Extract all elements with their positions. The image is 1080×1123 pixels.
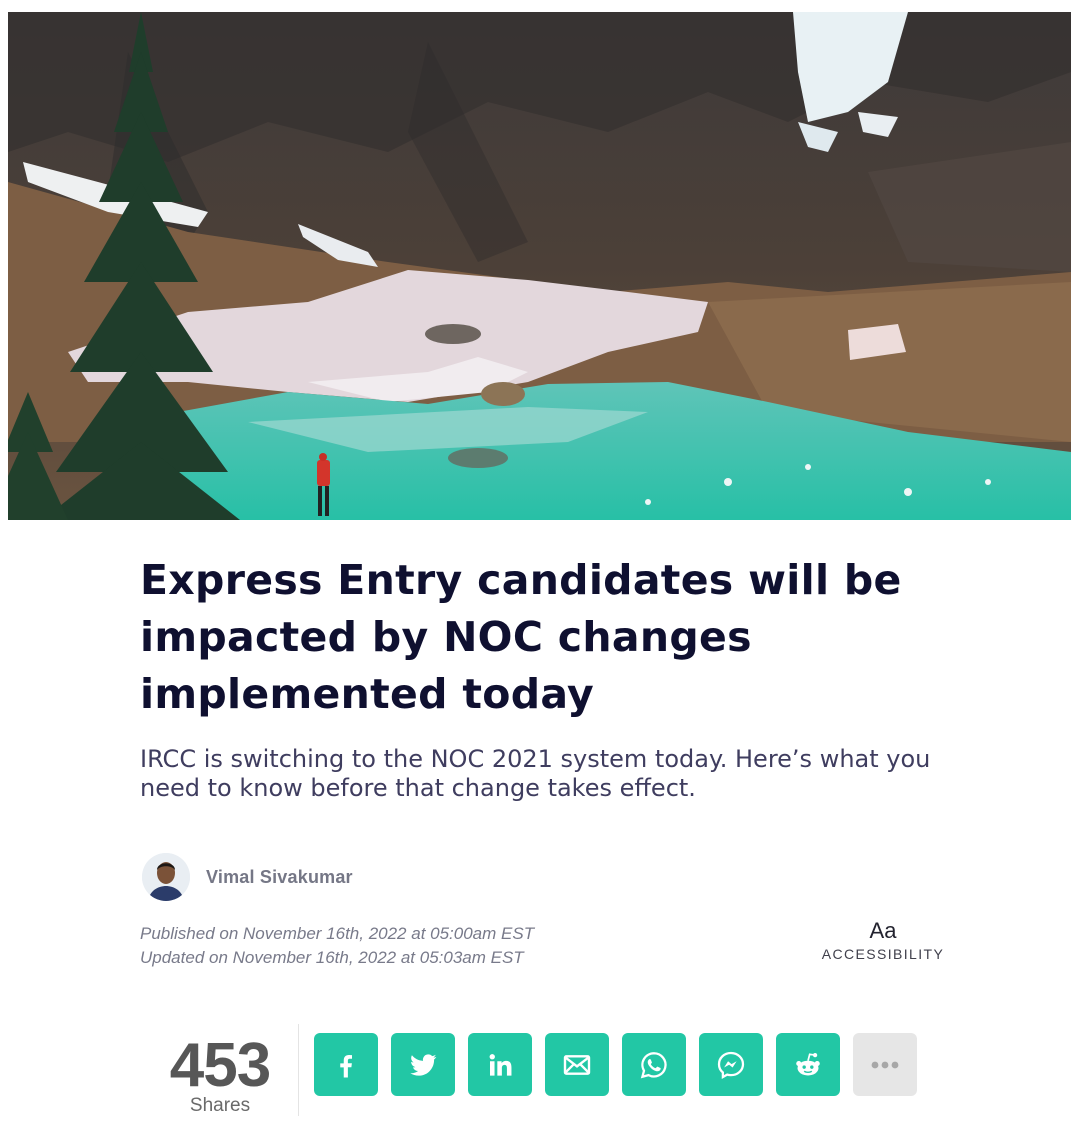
linkedin-icon <box>489 1053 512 1076</box>
facebook-icon <box>340 1054 352 1077</box>
email-icon <box>563 1054 591 1075</box>
article-subtitle: IRCC is switching to the NOC 2021 system… <box>140 745 931 802</box>
whatsapp-icon <box>640 1051 667 1078</box>
accessibility-button[interactable]: Aa ACCESSIBILITY <box>820 918 946 962</box>
share-more-button[interactable] <box>853 1033 917 1096</box>
share-count-number: 453 <box>169 1031 271 1100</box>
more-icon <box>871 1061 899 1068</box>
author-name[interactable]: Vimal Sivakumar <box>206 867 353 888</box>
share-messenger-button[interactable] <box>699 1033 763 1096</box>
updated-date: Updated on November 16th, 2022 at 05:03a… <box>140 948 524 967</box>
share-count: 453 Shares <box>160 1034 280 1116</box>
published-date: Published on November 16th, 2022 at 05:0… <box>140 924 535 943</box>
share-facebook-button[interactable] <box>314 1033 378 1096</box>
share-twitter-button[interactable] <box>391 1033 455 1096</box>
accessibility-label: ACCESSIBILITY <box>821 946 945 962</box>
share-whatsapp-button[interactable] <box>622 1033 686 1096</box>
share-email-button[interactable] <box>545 1033 609 1096</box>
share-buttons <box>314 1033 917 1096</box>
author-avatar[interactable] <box>142 853 190 901</box>
share-reddit-button[interactable] <box>776 1033 840 1096</box>
font-size-icon: Aa <box>869 918 897 943</box>
share-divider <box>298 1024 299 1116</box>
twitter-icon <box>410 1053 437 1076</box>
hero-image <box>8 12 1071 520</box>
reddit-icon <box>796 1052 820 1075</box>
author-byline: Vimal Sivakumar <box>142 851 353 903</box>
share-linkedin-button[interactable] <box>468 1033 532 1096</box>
messenger-icon <box>717 1051 745 1079</box>
article-dates: Published on November 16th, 2022 at 05:0… <box>140 922 534 970</box>
article-title: Express Entry candidates will be impacte… <box>140 556 902 718</box>
